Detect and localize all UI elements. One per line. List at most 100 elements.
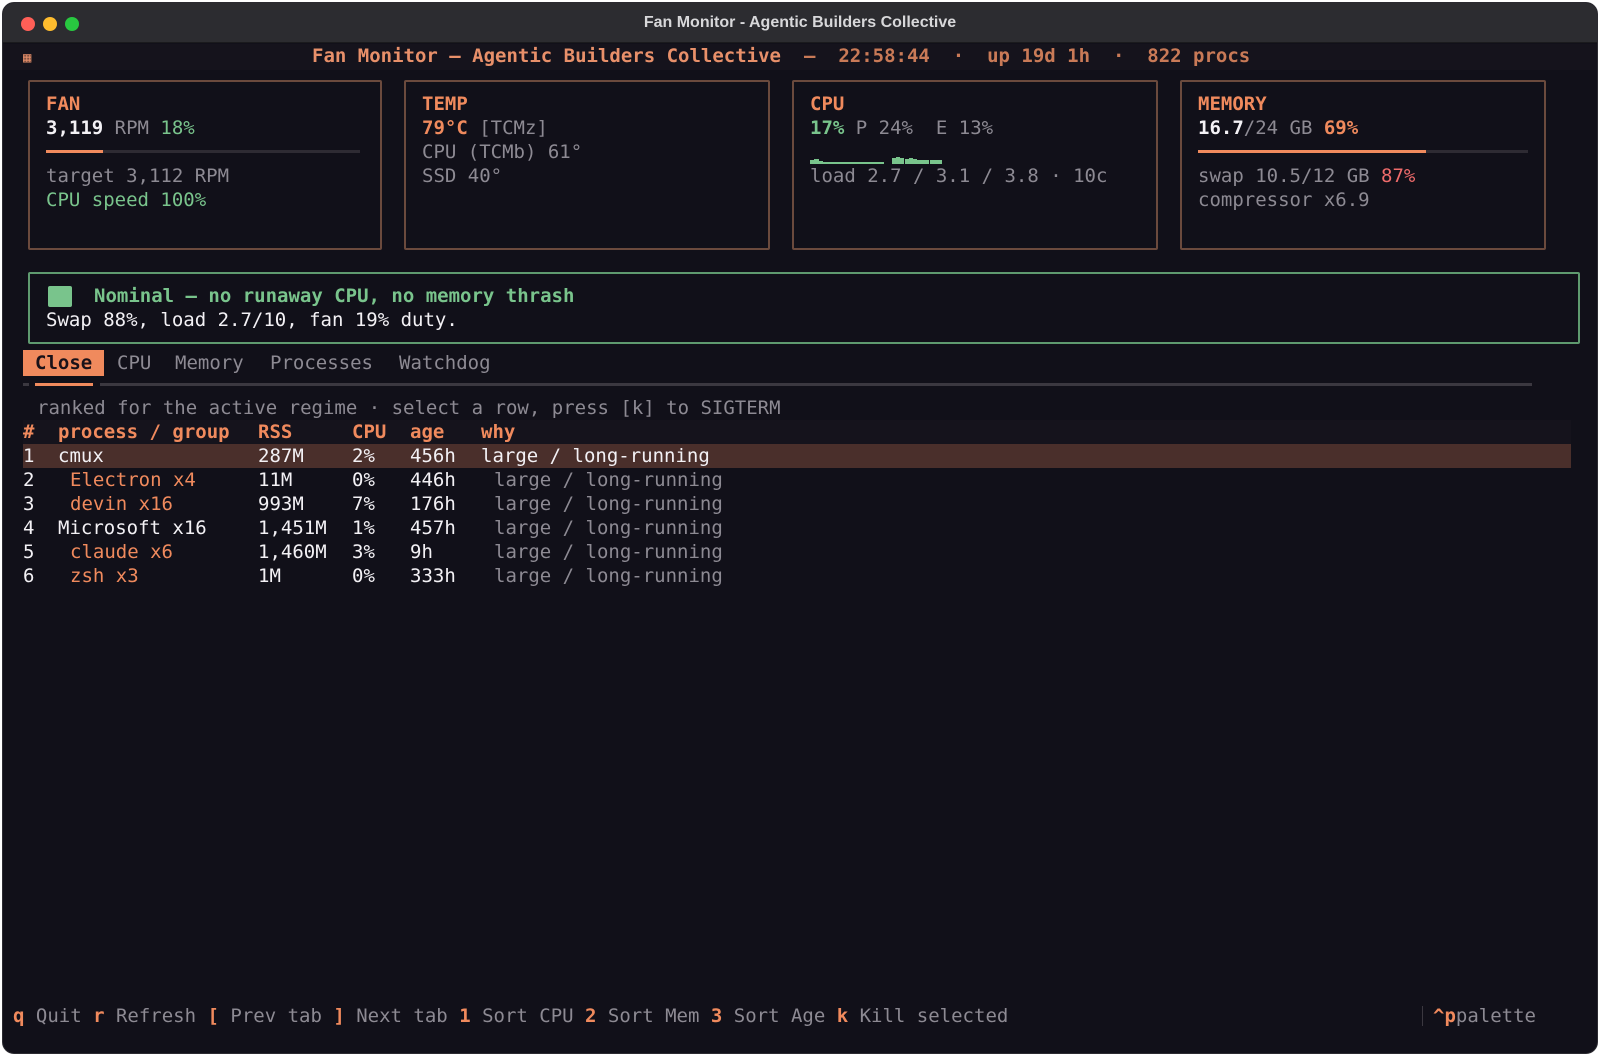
row-why: large / long-running [494, 493, 723, 515]
fan-title: FAN [46, 93, 81, 115]
key-refresh[interactable]: r [93, 1005, 104, 1027]
temp-title: TEMP [422, 93, 468, 115]
key-sort-mem[interactable]: 2 [585, 1005, 596, 1027]
row-num: 4 [23, 517, 35, 539]
tab-close[interactable]: Close [23, 350, 105, 376]
fan-bar-fill [46, 150, 103, 153]
col-header-cpu[interactable]: CPU [352, 420, 386, 444]
header-uptime: up 19d 1h [987, 45, 1091, 67]
cpu-p-label: P [844, 117, 879, 139]
memory-pct: 69% [1323, 117, 1359, 139]
row-cpu: 0% [352, 565, 375, 587]
row-num: 2 [23, 469, 35, 491]
row-why: large / long-running [481, 445, 710, 467]
tab-processes[interactable]: Processes [270, 350, 373, 376]
cpu-card: CPU 17% P 24% E 13% load 2.7 / 3.1 / 3.8… [792, 80, 1158, 250]
memory-bar-fill [1198, 150, 1426, 153]
fan-rpm: 3,119 [46, 117, 104, 139]
key-sort-cpu[interactable]: 1 [459, 1005, 470, 1027]
key-prev-tab-label: Prev tab [218, 1005, 334, 1027]
memory-total: /24 GB [1243, 117, 1324, 139]
row-why: large / long-running [494, 517, 723, 539]
row-age: 333h [410, 565, 456, 587]
row-why: large / long-running [494, 565, 723, 587]
temp-card: TEMP 79°C [TCMz] CPU (TCMb) 61° SSD 40° [404, 80, 770, 250]
fan-target: target 3,112 RPM [46, 165, 230, 187]
temp-value: 79°C [422, 117, 468, 139]
key-kill-label: Kill selected [848, 1005, 1009, 1027]
key-palette-label: palette [1455, 1005, 1536, 1027]
col-header-process[interactable]: process / group [58, 420, 230, 444]
memory-compressor: compressor x6.9 [1198, 189, 1370, 211]
header-time: 22:58:44 [838, 45, 930, 67]
cpu-title: CPU [810, 93, 845, 115]
col-header-num[interactable]: # [23, 420, 34, 444]
header-procs: 822 procs [1147, 45, 1251, 67]
cpu-e-value: 13% [958, 117, 994, 139]
memory-title: MEMORY [1198, 93, 1267, 115]
tab-cpu[interactable]: CPU [117, 350, 151, 376]
key-palette[interactable]: ^p [1433, 1005, 1456, 1027]
row-process: Electron x4 [70, 469, 196, 491]
terminal-area: ▦ Fan Monitor — Agentic Builders Collect… [3, 44, 1597, 1053]
header-bar: ▦ Fan Monitor — Agentic Builders Collect… [3, 44, 1597, 70]
table-header-row: # process / group RSS CPU age why [23, 420, 1571, 444]
col-header-age[interactable]: age [410, 420, 444, 444]
row-rss: 993M [258, 493, 304, 515]
row-age: 9h [410, 541, 433, 563]
status-detail: Swap 88%, load 2.7/10, fan 19% duty. [46, 309, 458, 331]
keybinding-footer: q Quit r Refresh [ Prev tab ] Next tab 1… [3, 1004, 1597, 1030]
row-num: 6 [23, 565, 35, 587]
status-indicator-icon [48, 286, 72, 307]
key-quit[interactable]: q [13, 1005, 24, 1027]
footer-palette[interactable]: ^ppalette [1433, 1004, 1536, 1028]
row-rss: 1,451M [258, 517, 327, 539]
key-next-tab[interactable]: ] [333, 1005, 344, 1027]
header-meta: — 22:58:44 · up 19d 1h · 822 procs [804, 44, 1250, 68]
tab-memory[interactable]: Memory [175, 350, 244, 376]
cpu-p-value: 24% [878, 117, 913, 139]
table-row[interactable]: 5 claude x6 1,460M 3% 9h large / long-ru… [23, 540, 1571, 564]
row-why: large / long-running [494, 541, 723, 563]
tab-watchdog[interactable]: Watchdog [399, 350, 491, 376]
row-rss: 287M [258, 445, 304, 467]
memory-used: 16.7 [1198, 117, 1244, 139]
table-row[interactable]: 1 cmux 287M 2% 456h large / long-running [23, 444, 1571, 468]
row-cpu: 0% [352, 469, 375, 491]
temp-ssd: SSD 40° [422, 165, 503, 187]
cpu-p-core-sparkline [810, 154, 884, 164]
key-prev-tab[interactable]: [ [208, 1005, 219, 1027]
row-num: 5 [23, 541, 35, 563]
key-sort-age-label: Sort Age [722, 1005, 837, 1027]
row-num: 3 [23, 493, 35, 515]
footer-keys: q Quit r Refresh [ Prev tab ] Next tab 1… [13, 1004, 1008, 1028]
row-process: Microsoft x16 [58, 517, 207, 539]
row-process: cmux [58, 445, 104, 467]
fan-card: FAN 3,119 RPM 18% target 3,112 RPM CPU s… [28, 80, 382, 250]
row-age: 456h [410, 445, 456, 467]
memory-swap-pct: 87% [1381, 165, 1416, 187]
fan-rpm-line: 3,119 RPM 18% [46, 116, 195, 140]
key-sort-age[interactable]: 3 [711, 1005, 722, 1027]
row-process: zsh x3 [70, 565, 139, 587]
table-row[interactable]: 2 Electron x4 11M 0% 446h large / long-r… [23, 468, 1571, 492]
table-row[interactable]: 4 Microsoft x16 1,451M 1% 457h large / l… [23, 516, 1571, 540]
cpu-usage-line: 17% P 24% E 13% [810, 116, 993, 140]
col-header-rss[interactable]: RSS [258, 420, 292, 444]
key-kill[interactable]: k [837, 1005, 848, 1027]
cpu-load: load 2.7 / 3.1 / 3.8 · 10c [810, 165, 1108, 187]
cpu-total: 17% [810, 117, 845, 139]
row-rss: 1M [258, 565, 281, 587]
key-refresh-label: Refresh [104, 1005, 208, 1027]
window-title: Fan Monitor - Agentic Builders Collectiv… [643, 14, 957, 31]
temp-sensor: [TCMz] [467, 117, 548, 139]
status-banner: Nominal — no runaway CPU, no memory thra… [28, 272, 1580, 344]
row-num: 1 [23, 445, 35, 467]
tab-active-underline [35, 383, 93, 386]
app-icon: ▦ [23, 50, 32, 66]
table-hint: ranked for the active regime · select a … [37, 397, 781, 419]
table-row[interactable]: 3 devin x16 993M 7% 176h large / long-ru… [23, 492, 1571, 516]
table-row[interactable]: 6 zsh x3 1M 0% 333h large / long-running [23, 564, 1571, 588]
row-age: 457h [410, 517, 456, 539]
row-cpu: 3% [352, 541, 375, 563]
